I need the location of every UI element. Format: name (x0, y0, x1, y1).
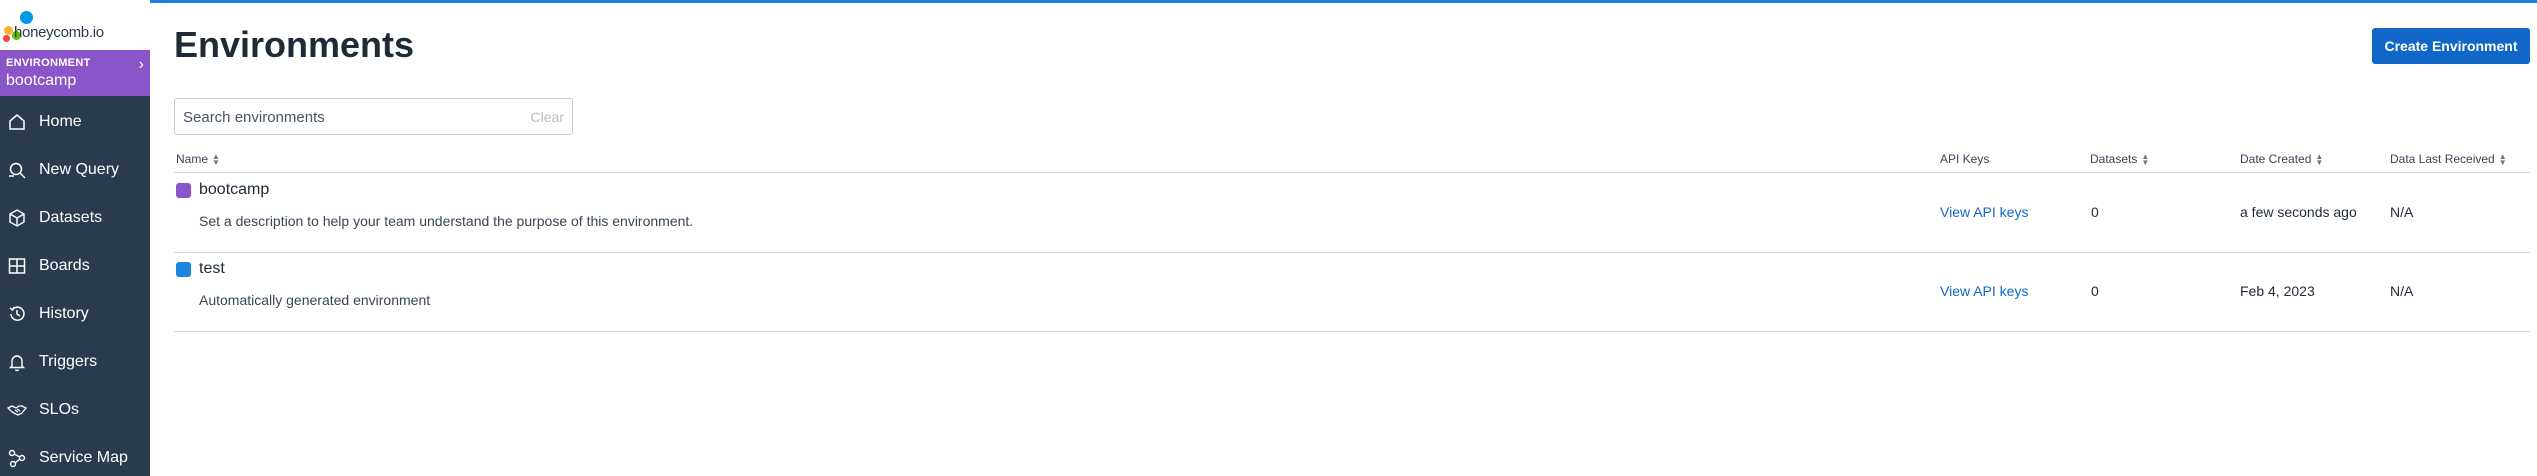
create-environment-button[interactable]: Create Environment (2372, 28, 2530, 64)
column-header-api-keys: API Keys (1940, 152, 1989, 166)
search-box: Clear (174, 98, 573, 135)
sidebar-item-label: Boards (39, 257, 90, 274)
environment-color-swatch (176, 183, 191, 198)
sidebar-item-label: Triggers (39, 353, 98, 370)
cube-icon (9, 209, 25, 227)
environment-name-link[interactable]: bootcamp (199, 181, 269, 199)
logo-dot-blue (20, 11, 33, 24)
environment-color-swatch (176, 262, 191, 277)
column-header-datasets[interactable]: Datasets ▲ ▼ (2090, 152, 2149, 166)
date-created: a few seconds ago (2240, 204, 2357, 220)
sort-icon: ▲ ▼ (2141, 151, 2150, 167)
row-divider (174, 252, 2530, 253)
column-header-label: Datasets (2090, 152, 2138, 166)
bell-icon (8, 355, 26, 372)
sort-icon: ▲ ▼ (2315, 151, 2324, 167)
chevron-right-icon: › (138, 56, 144, 73)
search-input[interactable] (183, 107, 503, 127)
sort-icon: ▲ ▼ (212, 151, 220, 167)
honeycomb-logo[interactable]: honeycomb.io (0, 0, 150, 50)
environment-description: Set a description to help your team unde… (199, 213, 694, 229)
sidebar-item-label: Service Map (39, 449, 128, 466)
sidebar-item-label: Datasets (39, 209, 103, 226)
sidebar-item-datasets[interactable]: Datasets (0, 194, 150, 242)
logo-dot-red (3, 35, 10, 42)
home-icon (9, 114, 25, 130)
column-header-label: Date Created (2240, 152, 2312, 166)
sidebar-item-label: New Query (39, 161, 120, 178)
sidebar: honeycomb.io ENVIRONMENT bootcamp › Home… (0, 0, 150, 476)
row-divider (174, 331, 2530, 332)
data-last-received: N/A (2390, 204, 2414, 220)
environment-value: bootcamp (6, 72, 77, 89)
environment-label: ENVIRONMENT (6, 57, 91, 69)
service-map-icon (8, 449, 26, 468)
date-created: Feb 4, 2023 (2240, 283, 2315, 299)
sidebar-item-slos[interactable]: SLOs (0, 386, 150, 434)
column-header-label: API Keys (1940, 152, 1990, 166)
top-accent-bar (0, 0, 2537, 3)
handshake-icon (7, 405, 27, 416)
column-header-label: Data Last Received (2390, 152, 2495, 166)
sidebar-item-home[interactable]: Home (0, 98, 150, 146)
page-title: Environments (174, 24, 415, 65)
view-api-keys-link[interactable]: View API keys (1940, 283, 2028, 299)
sidebar-item-triggers[interactable]: Triggers (0, 338, 150, 386)
environment-switcher[interactable]: ENVIRONMENT bootcamp › (0, 50, 150, 96)
column-header-name[interactable]: Name ▲ ▼ (176, 152, 220, 166)
column-header-date-created[interactable]: Date Created ▲ ▼ (2240, 152, 2323, 166)
clear-search-button[interactable]: Clear (531, 109, 564, 125)
sidebar-item-new-query[interactable]: New Query (0, 146, 150, 194)
sidebar-item-service-map[interactable]: Service Map (0, 434, 150, 476)
view-api-keys-link[interactable]: View API keys (1940, 204, 2028, 220)
sidebar-item-history[interactable]: History (0, 290, 150, 338)
logo-wordmark: honeycomb.io (14, 24, 104, 41)
sort-icon: ▲ ▼ (2498, 151, 2507, 167)
column-header-label: Name (176, 152, 209, 166)
sidebar-item-label: Home (39, 113, 82, 130)
environment-description: Automatically generated environment (199, 292, 431, 308)
header-divider (174, 172, 2530, 173)
data-last-received: N/A (2390, 283, 2414, 299)
history-icon (9, 306, 25, 321)
boards-icon (8, 258, 26, 274)
sidebar-item-label: SLOs (39, 401, 80, 418)
datasets-count: 0 (2091, 283, 2099, 299)
column-header-data-last-received[interactable]: Data Last Received ▲ ▼ (2390, 152, 2507, 166)
sidebar-item-label: History (39, 305, 89, 322)
datasets-count: 0 (2091, 204, 2099, 220)
environment-name-link[interactable]: test (199, 260, 225, 278)
query-icon (9, 162, 26, 179)
sidebar-item-boards[interactable]: Boards (0, 242, 150, 290)
